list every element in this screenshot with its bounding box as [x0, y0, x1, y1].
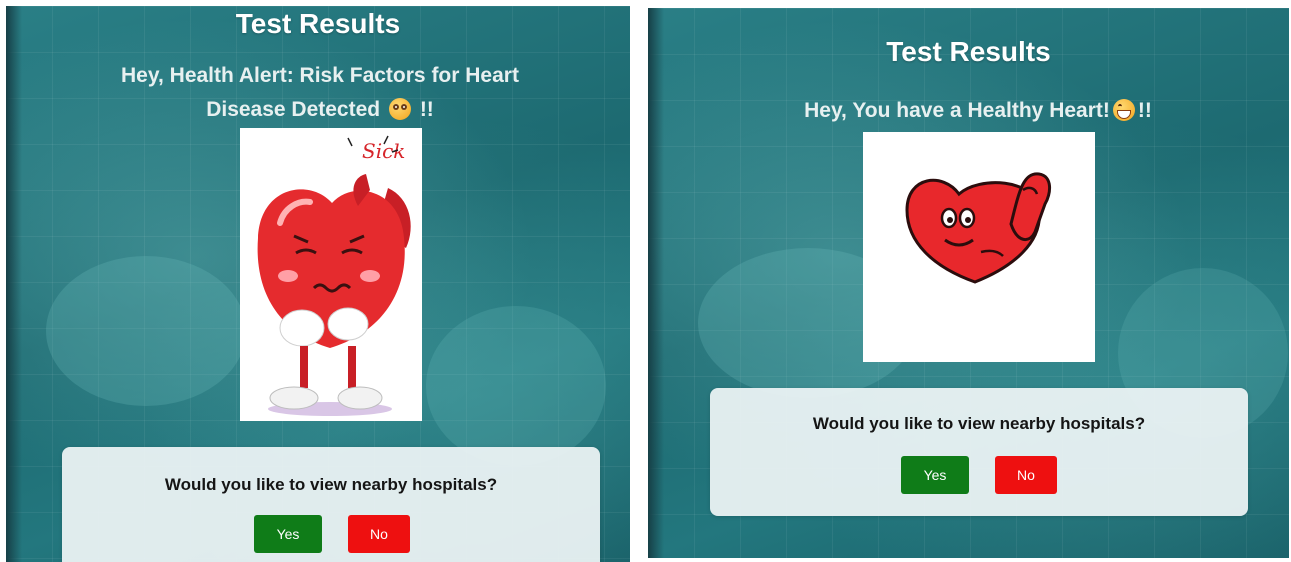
right-blush: [360, 270, 380, 282]
right-pupil: [965, 217, 971, 223]
result-message-suffix: !!: [1137, 99, 1152, 122]
result-message: Hey, Health Alert: Risk Factors for Hear…: [46, 59, 594, 127]
healthy-heart-image: [863, 132, 1095, 362]
background-decoration: [426, 306, 606, 466]
sick-heart-image: Sick: [240, 128, 422, 421]
left-shoe: [269, 386, 319, 410]
page-title: Test Results: [235, 8, 401, 39]
yes-button[interactable]: Yes: [254, 515, 322, 553]
result-message-text: Hey, You have a Healthy Heart!: [804, 99, 1110, 122]
left-leg: [300, 346, 308, 388]
result-message-suffix: !!: [419, 98, 434, 121]
result-panel-healthy: Test Results Hey, You have a Healthy Hea…: [648, 8, 1289, 558]
hospitals-question: Would you like to view nearby hospitals?: [812, 414, 1146, 433]
sick-heart-illustration: Sick: [257, 135, 411, 416]
result-message-line1: Hey, Health Alert: Risk Factors for Hear…: [121, 64, 519, 87]
right-leg: [348, 346, 356, 388]
left-pupil: [947, 217, 953, 223]
right-glove: [327, 307, 369, 341]
background-decoration: [46, 256, 246, 406]
no-button[interactable]: No: [348, 515, 410, 553]
page-title: Test Results: [886, 36, 1051, 67]
sick-caption: Sick: [362, 139, 405, 163]
hospitals-prompt-card: Would you like to view nearby hospitals?…: [710, 388, 1248, 516]
no-button[interactable]: No: [995, 456, 1057, 494]
yes-button[interactable]: Yes: [901, 456, 969, 494]
hospitals-question: Would you like to view nearby hospitals?: [164, 475, 498, 494]
flushed-face-emoji: [388, 98, 411, 120]
result-message: Hey, You have a Healthy Heart!!!: [708, 94, 1248, 128]
left-blush: [278, 270, 298, 282]
hospitals-prompt-card: Would you like to view nearby hospitals?…: [62, 447, 600, 562]
grinning-face-emoji: [1112, 99, 1135, 121]
strong-heart-illustration: [905, 172, 1051, 284]
flexed-arm: [1009, 172, 1051, 241]
left-glove: [279, 309, 325, 347]
right-shoe: [337, 386, 383, 410]
result-panel-risk: Test Results Hey, Health Alert: Risk Fac…: [6, 6, 630, 562]
result-message-line2: Disease Detected: [206, 98, 381, 121]
